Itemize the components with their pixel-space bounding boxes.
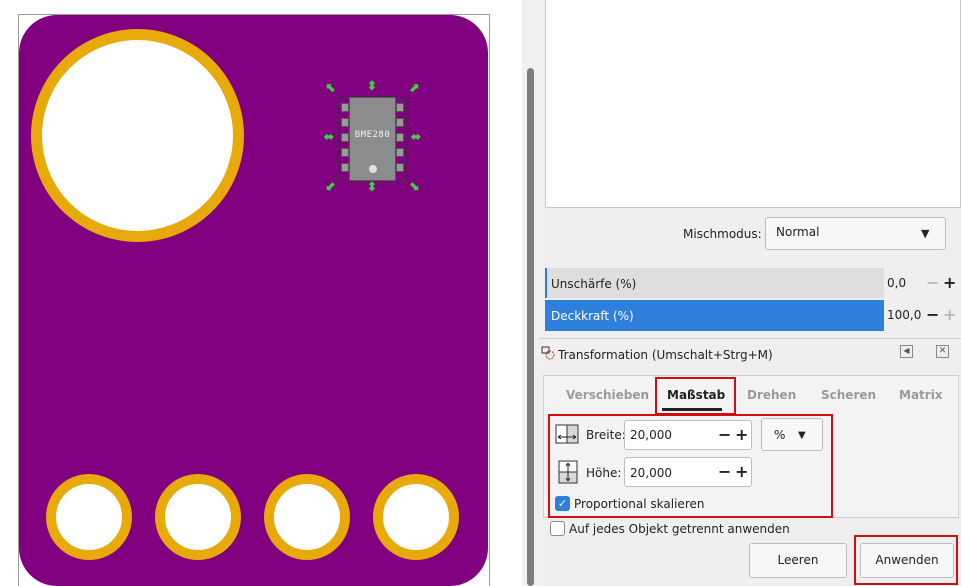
transform-dialog-title: Transformation (Umschalt+Strg+M) xyxy=(558,348,773,362)
scale-handle-left-icon[interactable]: ⬌ xyxy=(322,131,336,145)
apply-highlight-box xyxy=(854,535,958,585)
panel-close-icon[interactable]: ✕ xyxy=(936,345,949,358)
tab-scheren[interactable]: Scheren xyxy=(821,388,876,402)
apply-each-checkbox[interactable] xyxy=(550,521,565,536)
opacity-increment-icon[interactable]: + xyxy=(943,307,956,323)
blend-mode-value: Normal xyxy=(776,225,820,239)
mounting-hole[interactable] xyxy=(31,29,244,242)
scale-handle-bottom-icon[interactable]: ⬍ xyxy=(365,181,379,195)
opacity-decrement-icon[interactable]: − xyxy=(926,307,939,323)
panel-collapse-icon[interactable]: ◀ xyxy=(900,345,913,358)
tab-verschieben[interactable]: Verschieben xyxy=(566,388,649,402)
opacity-value[interactable]: 100,0 xyxy=(887,308,921,322)
apply-each-label: Auf jedes Objekt getrennt anwenden xyxy=(569,522,790,536)
scale-handle-top-icon[interactable]: ⬍ xyxy=(365,80,379,94)
tab-highlight-box xyxy=(655,377,736,415)
pin-pad-2[interactable] xyxy=(155,474,241,560)
scale-handle-right-icon[interactable]: ⬌ xyxy=(409,131,423,145)
blur-decrement-icon[interactable]: − xyxy=(926,275,939,291)
scale-handle-top-left-icon[interactable]: ⬉ xyxy=(324,82,338,96)
clear-button[interactable]: Leeren xyxy=(749,543,847,578)
scale-handle-top-right-icon[interactable]: ⬈ xyxy=(407,82,421,96)
transform-icon xyxy=(541,346,555,360)
tab-drehen[interactable]: Drehen xyxy=(747,388,796,402)
layers-list-area[interactable] xyxy=(545,0,961,208)
vertical-scrollbar-thumb[interactable] xyxy=(527,68,534,586)
pin-pad-1[interactable] xyxy=(46,474,132,560)
scale-handle-bottom-left-icon[interactable]: ⬋ xyxy=(324,180,338,194)
blur-increment-icon[interactable]: + xyxy=(943,275,956,291)
panel-divider xyxy=(539,338,961,339)
canvas-margin xyxy=(500,0,522,586)
tab-matrix[interactable]: Matrix xyxy=(899,388,943,402)
opacity-label: Deckkraft (%) xyxy=(551,309,634,323)
dropdown-arrow-icon: ▼ xyxy=(921,227,930,240)
pin-pad-3[interactable] xyxy=(264,474,350,560)
scale-handle-bottom-right-icon[interactable]: ⬊ xyxy=(407,180,421,194)
scale-fields-highlight-box xyxy=(548,414,833,518)
blur-value[interactable]: 0,0 xyxy=(887,276,906,290)
blur-label: Unschärfe (%) xyxy=(551,277,637,291)
blend-mode-label: Mischmodus: xyxy=(683,227,762,241)
pin-pad-4[interactable] xyxy=(373,474,459,560)
selection-bounding-box xyxy=(338,96,407,182)
